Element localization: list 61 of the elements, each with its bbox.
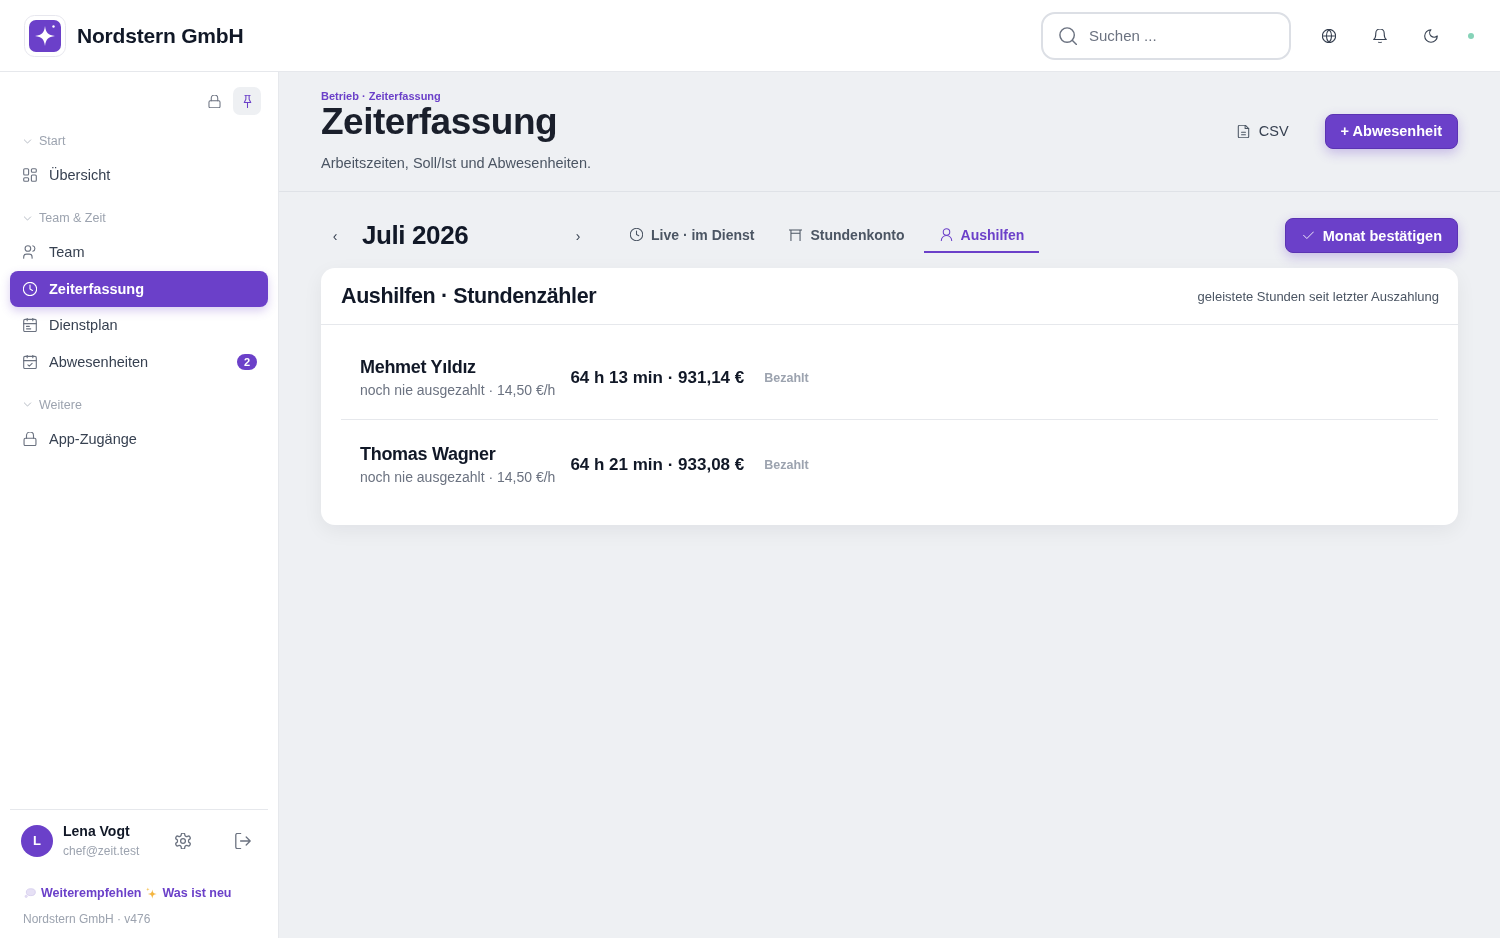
user-name: Lena Vogt xyxy=(63,823,131,839)
sidebar-item[interactable]: Zeiterfassung xyxy=(10,270,268,307)
next-month-button[interactable]: › xyxy=(564,221,592,250)
tab[interactable]: Stundenkonto xyxy=(773,218,920,253)
sparkles-icon xyxy=(144,886,158,900)
confirm-month-button[interactable]: Monat bestätigen xyxy=(1284,218,1458,253)
hours-total: 64 h 21 min · 933,08 € xyxy=(570,455,745,475)
referral-link[interactable]: Weiterempfehlen xyxy=(24,886,142,900)
search-field[interactable]: Suchen ... xyxy=(1041,11,1291,60)
hours-total: 64 h 13 min · 931,14 € xyxy=(570,368,745,388)
pin-button[interactable] xyxy=(233,87,261,115)
user-icon xyxy=(939,228,953,241)
chevron-icon xyxy=(23,136,32,146)
card-title: Aushilfen · Stundenzähler xyxy=(341,283,597,309)
sidebar-item[interactable]: Übersicht xyxy=(10,157,268,193)
person-name: Thomas Wagner xyxy=(360,443,497,465)
clock-icon xyxy=(630,228,643,241)
tab[interactable]: Aushilfen xyxy=(923,218,1040,253)
document-icon xyxy=(1236,124,1250,138)
whats-new-link[interactable]: Was ist neu xyxy=(144,886,232,900)
person-name: Mehmet Yıldız xyxy=(360,356,477,378)
app-name: Nordstern GmbH xyxy=(77,23,244,48)
globe-icon xyxy=(1322,28,1336,43)
chevron-icon xyxy=(23,213,32,223)
payment-detail: noch nie ausgezahlt · 14,50 €/h xyxy=(360,468,556,487)
grid-icon xyxy=(23,168,37,182)
lock-icon xyxy=(23,431,37,446)
settings-icon xyxy=(175,832,191,849)
previous-month-button[interactable]: ‹ xyxy=(321,221,349,250)
thought-bubble-icon xyxy=(24,888,36,898)
export-button[interactable]: CSV xyxy=(1226,113,1299,149)
chevron-icon xyxy=(23,400,32,409)
logo-icon xyxy=(24,14,66,57)
add-absence-button[interactable]: + Abwesenheit xyxy=(1324,113,1458,149)
count-badge: 2 xyxy=(237,353,257,370)
sidebar-item[interactable]: Team xyxy=(10,234,268,270)
users-icon xyxy=(23,245,37,259)
payment-detail: noch nie ausgezahlt · 14,50 €/h xyxy=(360,381,556,400)
version-text: Nordstern GmbH · v476 xyxy=(22,911,152,927)
bell-icon xyxy=(1373,28,1387,43)
calendar-check-icon xyxy=(23,354,37,369)
clock-icon xyxy=(23,281,37,296)
sidebar-item[interactable]: Abwesenheiten 2 xyxy=(10,343,268,380)
moon-icon xyxy=(1424,28,1438,43)
calendar-icon xyxy=(23,318,37,332)
check-icon xyxy=(1302,230,1314,241)
logout-icon xyxy=(235,832,251,849)
search-icon xyxy=(1059,26,1077,45)
status-dot-icon xyxy=(1468,32,1474,39)
tab[interactable]: Live · im Dienst xyxy=(614,218,770,253)
page-title: Zeiterfassung xyxy=(321,103,558,141)
breadcrumb: Betrieb · Zeiterfassung xyxy=(321,89,441,103)
user-avatar: L xyxy=(21,824,53,857)
month-label: Juli 2026 xyxy=(362,220,470,251)
user-email: chef@zeit.test xyxy=(63,844,141,858)
table-icon xyxy=(789,228,803,241)
sidebar-item[interactable]: App-Zugänge xyxy=(10,420,268,457)
page-subtitle: Arbeitszeiten, Soll/Ist und Abwesenheiten. xyxy=(321,154,592,173)
lock-icon xyxy=(207,94,221,108)
sidebar-item[interactable]: Dienstplan xyxy=(10,307,268,343)
card-hint: geleistete Stunden seit letzter Auszahlung xyxy=(1197,288,1439,304)
